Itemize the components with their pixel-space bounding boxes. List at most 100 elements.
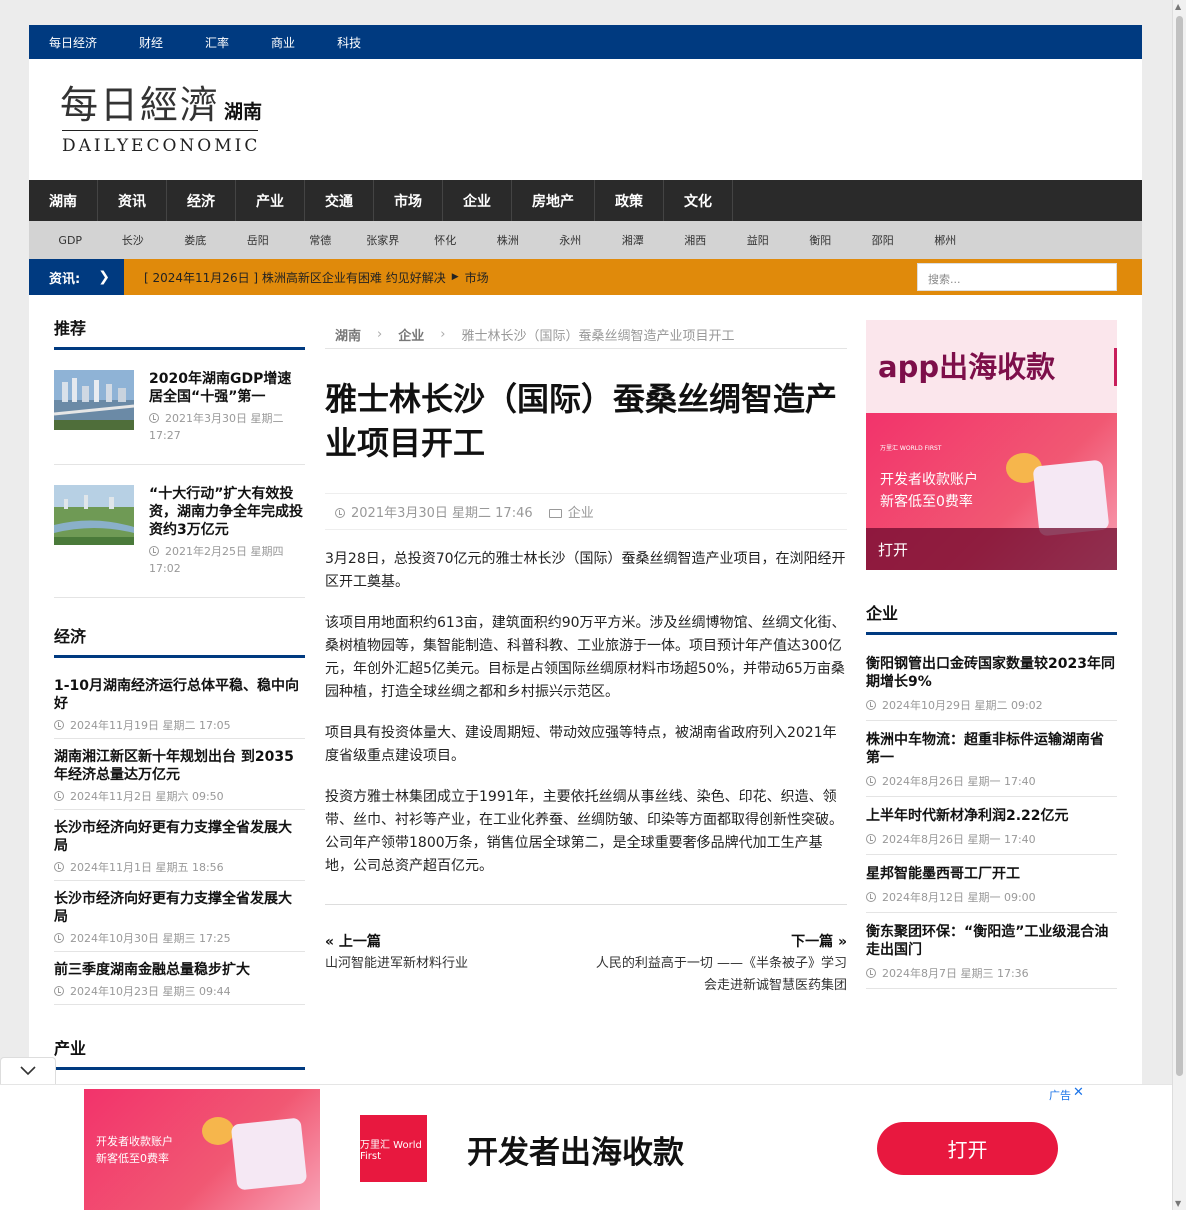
- close-icon[interactable]: ✕: [1073, 1085, 1084, 1100]
- thumbnail-image[interactable]: [54, 485, 134, 545]
- region-nav-item[interactable]: 邵阳: [852, 232, 915, 248]
- article-title[interactable]: 衡东聚团环保：“衡阳造”工业级混合油走出国门: [866, 923, 1117, 959]
- ad-label[interactable]: 广告: [1049, 1087, 1071, 1103]
- article-title[interactable]: “十大行动”扩大有效投资，湖南力争全年完成投资约3万亿元: [149, 485, 305, 539]
- article-title[interactable]: 株洲中车物流：超重非标件运输湖南省第一: [866, 731, 1117, 767]
- nav-item[interactable]: 交通: [305, 180, 374, 221]
- article-date: 2021年3月30日 星期二 17:27: [149, 412, 284, 442]
- article-date: 2024年8月7日 星期三 17:36: [866, 965, 1117, 981]
- article-content: 湖南 › 企业 › 雅士林长沙（国际）蚕桑丝绸智造产业项目开工 雅士林长沙（国际…: [325, 321, 847, 997]
- page-scrollbar[interactable]: ▲ ▼: [1172, 0, 1186, 1210]
- breadcrumb: 湖南 › 企业 › 雅士林长沙（国际）蚕桑丝绸智造产业项目开工: [325, 321, 847, 349]
- list-item[interactable]: 上半年时代新材净利润2.22亿元 2024年8月26日 星期一 17:40: [866, 797, 1117, 855]
- region-nav-item[interactable]: 怀化: [414, 232, 477, 248]
- region-nav-item[interactable]: 娄底: [164, 232, 227, 248]
- region-nav-item[interactable]: 常德: [289, 232, 352, 248]
- nav-item[interactable]: 文化: [664, 180, 733, 221]
- article-title[interactable]: 上半年时代新材净利润2.22亿元: [866, 807, 1117, 825]
- widget-title-enterprise: 企业: [866, 600, 1117, 635]
- region-nav-item[interactable]: GDP: [39, 234, 102, 247]
- scroll-up-arrow-icon[interactable]: ▲: [1175, 2, 1181, 11]
- article-paragraph: 3月28日，总投资70亿元的雅士林长沙（国际）蚕桑丝绸智造产业项目，在浏阳经开区…: [325, 551, 846, 590]
- nav-item[interactable]: 房地产: [512, 180, 595, 221]
- article-title[interactable]: 2020年湖南GDP增速居全国“十强”第一: [149, 370, 305, 406]
- ad-image[interactable]: 开发者收款账户 新客低至0费率: [84, 1089, 320, 1210]
- top-menu-item[interactable]: 每日经济: [39, 34, 107, 51]
- article-title[interactable]: 衡阳钢管出口金砖国家数量较2023年同期增长9%: [866, 655, 1117, 691]
- region-nav-item[interactable]: 张家界: [352, 232, 415, 248]
- widget-title-recommended: 推荐: [54, 315, 305, 350]
- clock-icon: [866, 776, 876, 786]
- list-item[interactable]: 前三季度湖南金融总量稳步扩大 2024年10月23日 星期三 09:44: [54, 952, 305, 1005]
- region-nav-item[interactable]: 永州: [539, 232, 602, 248]
- list-item[interactable]: 2020年湖南GDP增速居全国“十强”第一 2021年3月30日 星期二 17:…: [54, 350, 305, 465]
- list-item[interactable]: 株洲中车物流：超重非标件运输湖南省第一 2024年8月26日 星期一 17:40: [866, 721, 1117, 797]
- list-item[interactable]: 长沙市经济向好更有力支撑全省发展大局 2024年10月30日 星期三 17:25: [54, 881, 305, 952]
- ticker-category[interactable]: 市场: [465, 269, 489, 286]
- site-logo[interactable]: 每日經濟 湖南 DAILYECONOMIC: [60, 83, 290, 163]
- article-title[interactable]: 星邦智能墨西哥工厂开工: [866, 865, 1117, 883]
- list-item[interactable]: 长沙市经济向好更有力支撑全省发展大局 2024年11月1日 星期五 18:56: [54, 810, 305, 881]
- region-nav-item[interactable]: 衡阳: [789, 232, 852, 248]
- nav-item[interactable]: 资讯: [98, 180, 167, 221]
- next-post-link[interactable]: 人民的利益高于一切 ——《半条被子》学习会走进新诚智慧医药集团: [586, 953, 847, 997]
- collapse-ad-button[interactable]: [0, 1057, 56, 1084]
- scrollbar-thumb[interactable]: [1176, 16, 1183, 1076]
- ad-logo[interactable]: 万里汇 World First: [360, 1115, 427, 1182]
- sidebar-ad[interactable]: app出海收款 万里汇 WORLD FIRST 开发者收款账户 新客低至0费率 …: [866, 320, 1117, 570]
- region-nav-item[interactable]: 株洲: [477, 232, 540, 248]
- top-menu-item[interactable]: 商业: [261, 34, 305, 51]
- thumbnail-image[interactable]: [54, 370, 134, 430]
- nav-item[interactable]: 经济: [167, 180, 236, 221]
- scroll-down-arrow-icon[interactable]: ▼: [1175, 1199, 1181, 1208]
- chevron-right-icon: ❯: [98, 269, 110, 285]
- ad-open-button[interactable]: 打开: [877, 1122, 1058, 1175]
- phone-icon: [230, 1117, 308, 1191]
- breadcrumb-item[interactable]: 湖南: [335, 325, 361, 344]
- list-item[interactable]: “十大行动”扩大有效投资，湖南力争全年完成投资约3万亿元 2021年2月25日 …: [54, 465, 305, 598]
- bottom-ad-banner[interactable]: 开发者收款账户 新客低至0费率 万里汇 World First 开发者出海收款 …: [0, 1084, 1172, 1210]
- article-date: 2024年11月1日 星期五 18:56: [54, 859, 305, 875]
- nav-item[interactable]: 湖南: [29, 180, 98, 221]
- nav-item[interactable]: 企业: [443, 180, 512, 221]
- article-date: 2024年10月23日 星期三 09:44: [54, 983, 305, 999]
- ticker-headline[interactable]: [ 2024年11月26日 ] 株洲高新区企业有困难 约见好解决 ▶ 市场: [144, 259, 489, 295]
- ad-line: 开发者收款账户: [880, 472, 978, 488]
- news-ticker: 资讯: ❯ [ 2024年11月26日 ] 株洲高新区企业有困难 约见好解决 ▶…: [29, 259, 1142, 295]
- folder-icon: [548, 509, 562, 518]
- list-item[interactable]: 衡阳钢管出口金砖国家数量较2023年同期增长9% 2024年10月29日 星期二…: [866, 645, 1117, 721]
- clock-icon: [54, 986, 64, 996]
- nav-item[interactable]: 市场: [374, 180, 443, 221]
- article-title[interactable]: 湖南湘江新区新十年规划出台 到2035年经济总量达万亿元: [54, 748, 305, 784]
- article-title[interactable]: 长沙市经济向好更有力支撑全省发展大局: [54, 819, 305, 855]
- ad-line: 新客低至0费率: [96, 1152, 169, 1165]
- ad-slogan[interactable]: 开发者出海收款: [467, 1127, 684, 1172]
- region-nav-item[interactable]: 郴州: [914, 232, 977, 248]
- list-item[interactable]: 衡东聚团环保：“衡阳造”工业级混合油走出国门 2024年8月7日 星期三 17:…: [866, 913, 1117, 989]
- ticker-label-text: 资讯:: [49, 271, 81, 287]
- article-title[interactable]: 1-10月湖南经济运行总体平稳、稳中向好: [54, 677, 305, 713]
- article-title[interactable]: 长沙市经济向好更有力支撑全省发展大局: [54, 890, 305, 926]
- ad-open-button[interactable]: 打开: [866, 528, 1117, 570]
- region-nav-item[interactable]: 湘潭: [602, 232, 665, 248]
- list-item[interactable]: 湖南湘江新区新十年规划出台 到2035年经济总量达万亿元 2024年11月2日 …: [54, 739, 305, 810]
- breadcrumb-item[interactable]: 企业: [398, 325, 424, 344]
- region-nav-item[interactable]: 益阳: [727, 232, 790, 248]
- top-menu-item[interactable]: 财经: [129, 34, 173, 51]
- region-nav-item[interactable]: 长沙: [102, 232, 165, 248]
- list-item[interactable]: 星邦智能墨西哥工厂开工 2024年8月12日 星期一 09:00: [866, 855, 1117, 913]
- region-nav-item[interactable]: 湘西: [664, 232, 727, 248]
- article-category[interactable]: 企业: [568, 506, 594, 521]
- ticker-title[interactable]: 株洲高新区企业有困难 约见好解决: [262, 269, 446, 286]
- top-menu-item[interactable]: 汇率: [195, 34, 239, 51]
- nav-item[interactable]: 政策: [595, 180, 664, 221]
- prev-post-link[interactable]: 山河智能进军新材料行业: [325, 953, 576, 975]
- article-title[interactable]: 前三季度湖南金融总量稳步扩大: [54, 961, 305, 979]
- next-post[interactable]: 下一篇 » 人民的利益高于一切 ——《半条被子》学习会走进新诚智慧医药集团: [586, 931, 847, 997]
- region-nav-item[interactable]: 岳阳: [227, 232, 290, 248]
- search-input[interactable]: 搜索...: [917, 263, 1117, 291]
- prev-post[interactable]: « 上一篇 山河智能进军新材料行业: [325, 931, 576, 997]
- nav-item[interactable]: 产业: [236, 180, 305, 221]
- list-item[interactable]: 1-10月湖南经济运行总体平稳、稳中向好 2024年11月19日 星期二 17:…: [54, 668, 305, 739]
- top-menu-item[interactable]: 科技: [327, 34, 371, 51]
